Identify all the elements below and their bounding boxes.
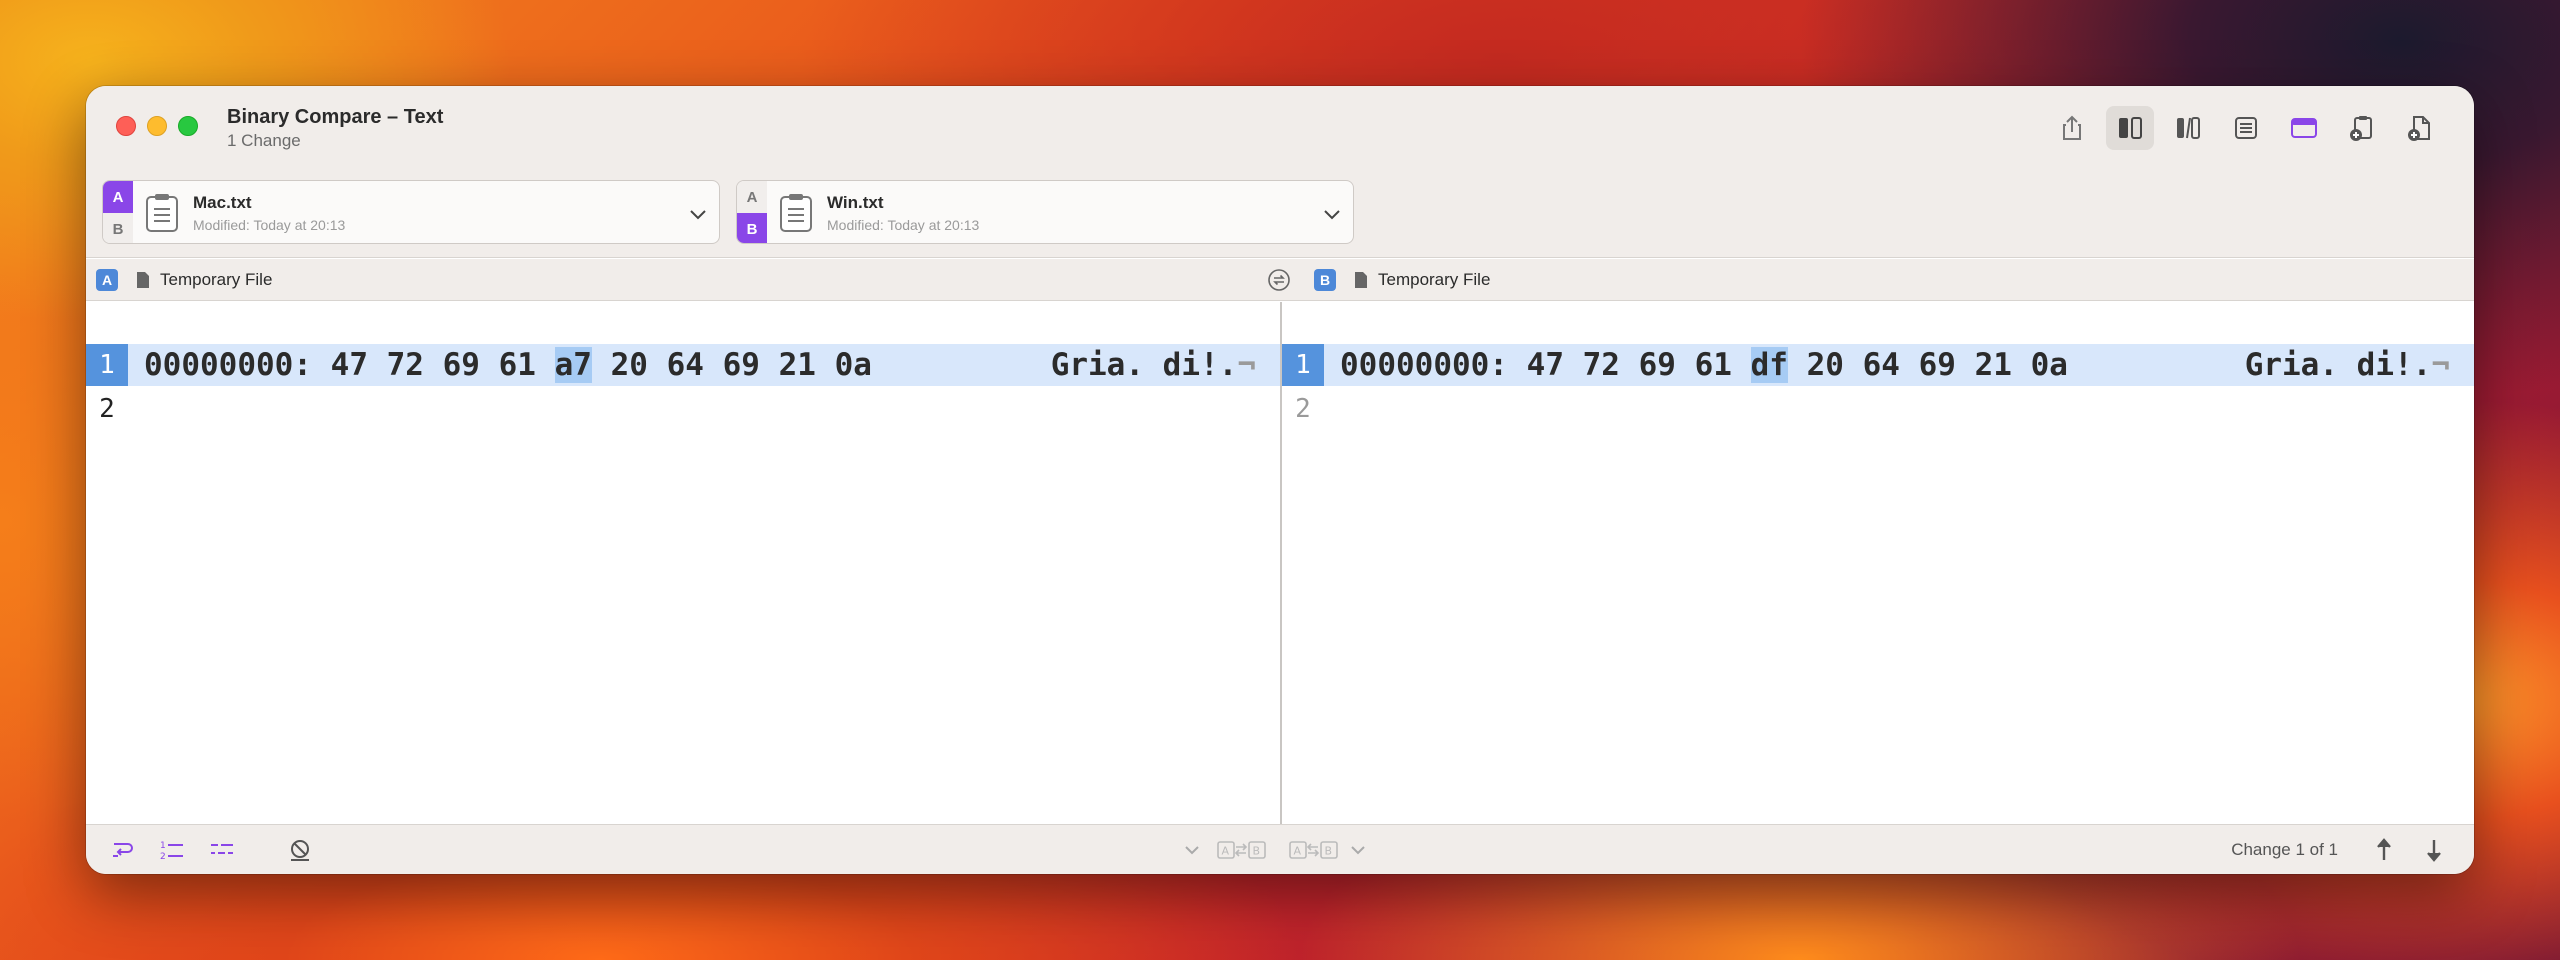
svg-text:B: B (1325, 845, 1333, 858)
three-pane-view-button[interactable] (2164, 106, 2212, 150)
side-a-badge: A (96, 269, 118, 291)
side-b-badge: B (1314, 269, 1336, 291)
side-b-badge: B (737, 213, 767, 243)
chevron-down-icon[interactable] (1321, 203, 1343, 225)
window-title: Binary Compare – Text (227, 106, 444, 128)
close-button[interactable] (116, 116, 136, 136)
hex-bytes: 20 64 69 21 0a (610, 347, 872, 383)
two-pane-view-button[interactable] (2106, 106, 2154, 150)
file-modified: Modified: Today at 20:13 (827, 217, 980, 233)
eol-marker: ¬ (1237, 347, 1256, 383)
changed-line[interactable]: 1 00000000: 47 72 69 61 df 20 64 69 21 0… (1282, 344, 2474, 386)
three-pane-icon (2177, 117, 2200, 139)
line-numbers-icon[interactable]: 12 (158, 837, 186, 863)
line[interactable]: 2 (86, 388, 1280, 430)
change-counter: Change 1 of 1 (2231, 840, 2338, 859)
line-number: 2 (99, 394, 115, 424)
change-count: 1 Change (227, 131, 301, 150)
clipboard-add-icon (2350, 116, 2372, 141)
sync-scroll-icon[interactable] (1266, 267, 1292, 293)
ignore-icon[interactable] (286, 837, 314, 863)
new-from-clipboard-button[interactable] (2338, 106, 2386, 150)
hex-bytes: 47 72 69 61 (330, 347, 536, 383)
file-add-icon (2408, 116, 2430, 141)
file-modified: Modified: Today at 20:13 (193, 217, 346, 233)
line-number: 1 (86, 344, 128, 386)
window-layout-button[interactable] (2280, 106, 2328, 150)
document-icon (1355, 272, 1367, 288)
file-name: Mac.txt (193, 193, 252, 212)
app-window: Binary Compare – Text 1 Change A B Mac.t… (86, 86, 2474, 874)
invisibles-icon[interactable] (208, 837, 236, 863)
diff-byte: df (1750, 347, 1788, 383)
two-pane-icon (2119, 117, 2142, 139)
file-selector-left[interactable]: A B Mac.txt Modified: Today at 20:13 (102, 180, 720, 244)
file-name: Win.txt (827, 193, 884, 212)
title-bar: Binary Compare – Text 1 Change A B Mac.t… (86, 86, 2474, 258)
window-layout-icon (2291, 118, 2317, 138)
chevron-down-icon[interactable] (1178, 837, 1206, 863)
side-indicator: A B (103, 181, 133, 243)
text-document-icon (780, 194, 812, 232)
ascii-content: Gria. di!.¬ (2245, 344, 2450, 386)
unified-view-button[interactable] (2222, 106, 2270, 150)
right-path-label[interactable]: Temporary File (1378, 270, 1490, 290)
ascii-text: Gria. di!. (2244, 347, 2432, 383)
offset: 00000000: (144, 347, 312, 383)
hex-content: 00000000: 47 72 69 61 df 20 64 69 21 0a (1340, 344, 2068, 386)
svg-text:A: A (1294, 845, 1302, 858)
minimize-button[interactable] (147, 116, 167, 136)
left-compare-pane[interactable]: 1 00000000: 47 72 69 61 a7 20 64 69 21 0… (86, 302, 1280, 824)
right-compare-pane[interactable]: 1 00000000: 47 72 69 61 df 20 64 69 21 0… (1282, 302, 2474, 824)
previous-change-icon[interactable] (2370, 837, 2398, 863)
status-bar: 12 AB AB Change 1 of 1 (86, 824, 2474, 874)
hex-bytes: 47 72 69 61 (1526, 347, 1732, 383)
svg-text:A: A (1222, 845, 1230, 858)
next-change-icon[interactable] (2420, 837, 2448, 863)
ascii-text: Gria. di!. (1050, 347, 1238, 383)
svg-text:1: 1 (160, 841, 166, 851)
path-bar: A Temporary File B Temporary File (86, 259, 2474, 301)
zoom-button[interactable] (178, 116, 198, 136)
svg-text:B: B (1253, 845, 1261, 858)
eol-marker: ¬ (2431, 347, 2450, 383)
new-file-button[interactable] (2396, 106, 2444, 150)
side-a-badge: A (103, 181, 133, 213)
side-b-badge: B (103, 213, 133, 243)
hex-content: 00000000: 47 72 69 61 a7 20 64 69 21 0a (144, 344, 872, 386)
left-path-label[interactable]: Temporary File (160, 270, 272, 290)
document-icon (137, 272, 149, 288)
line[interactable]: 2 (1282, 388, 2474, 430)
wrap-lines-icon[interactable] (108, 837, 136, 863)
merge-a-to-b-icon[interactable]: AB (1216, 837, 1268, 863)
side-a-badge: A (737, 181, 767, 213)
line-number: 1 (1282, 344, 1324, 386)
offset: 00000000: (1340, 347, 1508, 383)
unified-icon (2235, 117, 2257, 139)
diff-byte: a7 (554, 347, 592, 383)
chevron-down-icon[interactable] (687, 203, 709, 225)
chevron-down-icon[interactable] (1344, 837, 1372, 863)
file-selector-right[interactable]: A B Win.txt Modified: Today at 20:13 (736, 180, 1354, 244)
line-number: 2 (1295, 394, 1311, 424)
text-document-icon (146, 194, 178, 232)
side-indicator: A B (737, 181, 767, 243)
changed-line[interactable]: 1 00000000: 47 72 69 61 a7 20 64 69 21 0… (86, 344, 1280, 386)
hex-bytes: 20 64 69 21 0a (1806, 347, 2068, 383)
svg-text:2: 2 (160, 852, 166, 862)
ascii-content: Gria. di!.¬ (1051, 344, 1256, 386)
share-icon (2063, 115, 2081, 140)
share-button[interactable] (2048, 106, 2096, 150)
merge-b-to-a-icon[interactable]: AB (1288, 837, 1340, 863)
